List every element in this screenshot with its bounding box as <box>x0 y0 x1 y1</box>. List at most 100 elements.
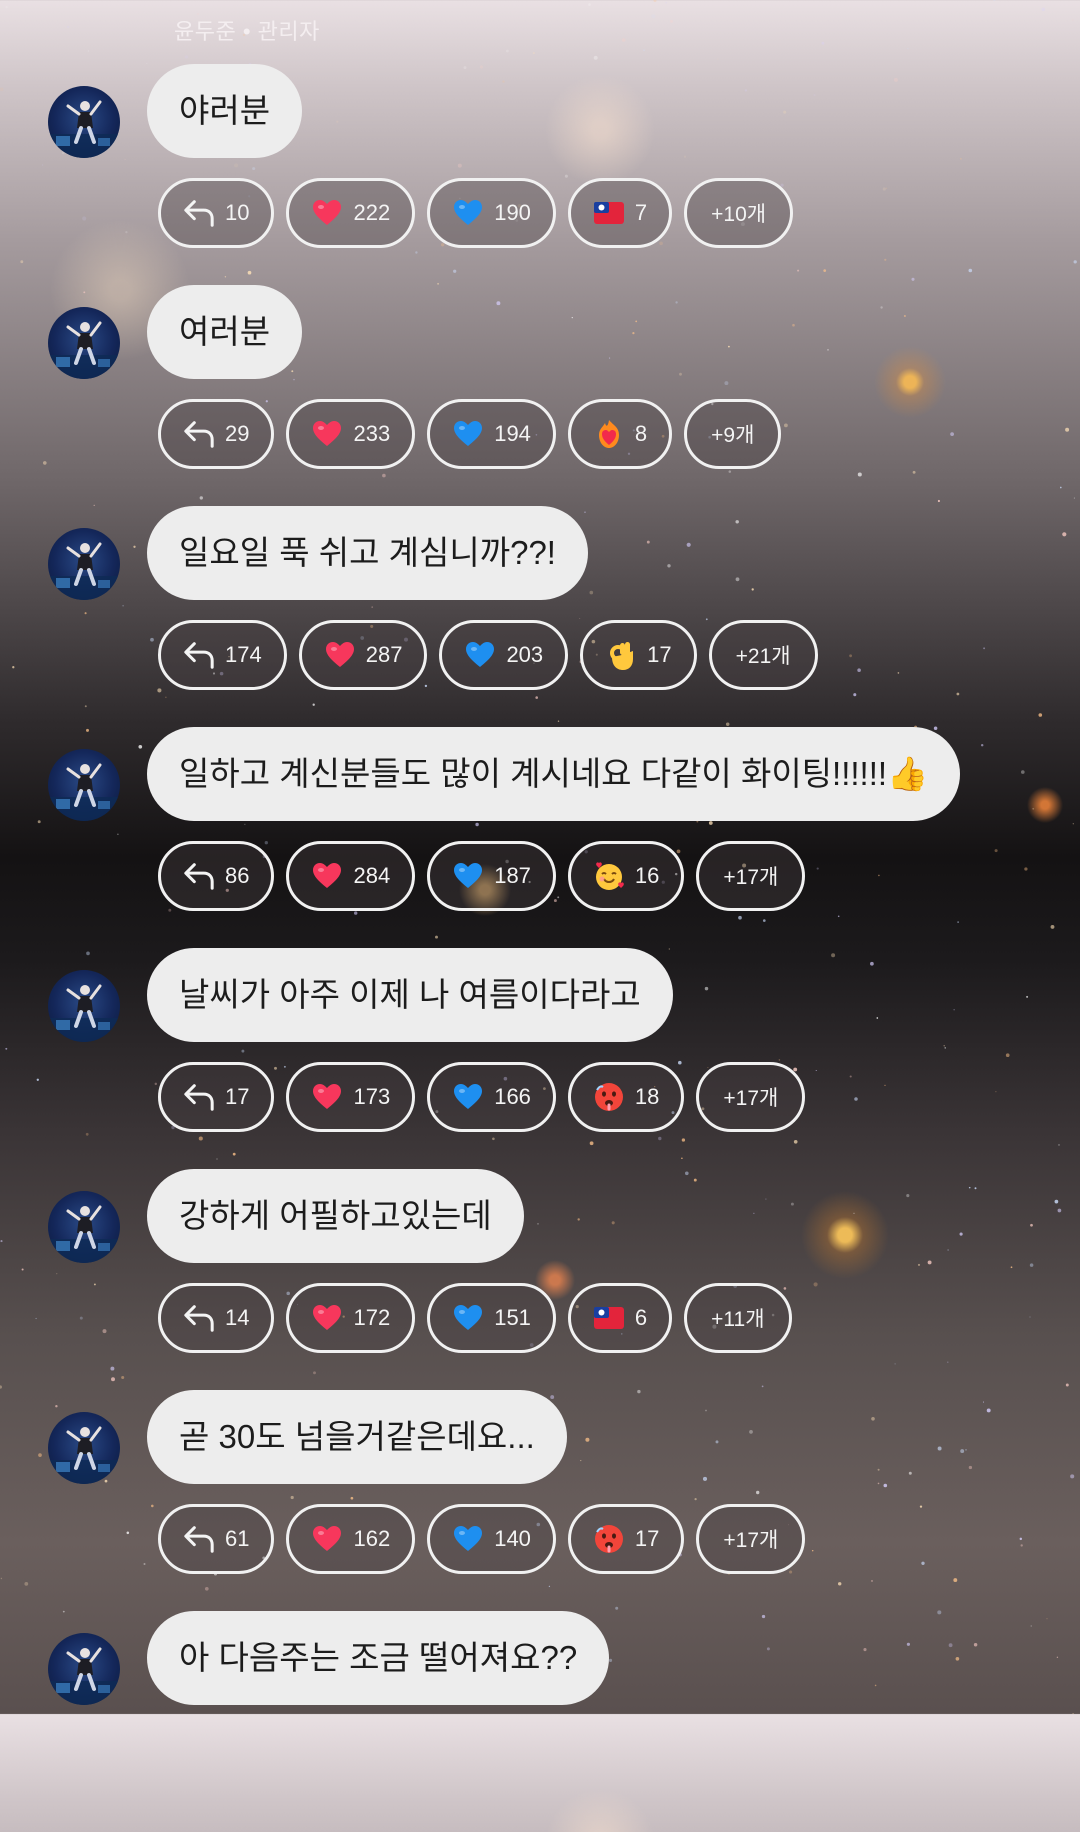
avatar[interactable] <box>48 86 120 158</box>
avatar[interactable] <box>48 1633 120 1705</box>
red-heart-icon <box>324 639 356 671</box>
reaction-count: 222 <box>353 200 391 225</box>
more-reactions-button[interactable]: +17개 <box>696 1062 806 1132</box>
reaction-bar: 174 287 203 17 +21개 <box>158 620 818 690</box>
reply-count-button[interactable]: 174 <box>158 620 287 690</box>
avatar[interactable] <box>48 1412 120 1484</box>
reaction-emoji[interactable]: 18 <box>567 1062 685 1132</box>
reaction-emoji[interactable]: 7 <box>567 178 673 248</box>
reply-arrow-icon <box>183 639 215 671</box>
hot-face-icon <box>593 1523 625 1555</box>
message-bubble[interactable]: 곧 30도 넘을거같은데요... <box>147 1390 567 1484</box>
reaction-red-heart[interactable]: 222 <box>286 178 416 248</box>
reply-count-button[interactable]: 61 <box>158 1504 275 1574</box>
reaction-red-heart[interactable]: 172 <box>286 1283 416 1353</box>
avatar[interactable] <box>48 307 120 379</box>
more-reactions-count: +17개 <box>723 1529 779 1552</box>
message-row: 여러분 29 233 194 8 +9개 <box>0 285 1080 506</box>
avatar-figure-icon <box>48 1205 120 1263</box>
reply-arrow-icon <box>183 1523 215 1555</box>
message-row: 강하게 어필하고있는데 14 172 151 6 +11개 <box>0 1169 1080 1390</box>
blue-heart-icon <box>452 860 484 892</box>
reaction-emoji[interactable]: 8 <box>567 399 673 469</box>
heart-on-fire-icon <box>593 418 625 450</box>
reaction-emoji[interactable]: 17 <box>580 620 697 690</box>
avatar[interactable] <box>48 528 120 600</box>
more-reactions-button[interactable]: +17개 <box>696 841 806 911</box>
more-reactions-button[interactable]: +21개 <box>708 620 818 690</box>
reaction-blue-heart[interactable]: 203 <box>439 620 569 690</box>
reply-count-button[interactable]: 29 <box>158 399 275 469</box>
reply-count-button[interactable]: 17 <box>158 1062 275 1132</box>
more-reactions-count: +10개 <box>711 203 767 226</box>
reply-count-button[interactable]: 14 <box>158 1283 275 1353</box>
blue-heart-icon <box>452 1081 484 1113</box>
reaction-count: 194 <box>494 421 531 446</box>
more-reactions-button[interactable]: +17개 <box>696 1504 806 1574</box>
reply-count-button[interactable]: 10 <box>158 178 275 248</box>
message-bubble[interactable]: 야러분 <box>147 64 303 158</box>
reaction-count: 86 <box>225 863 250 888</box>
message-bubble[interactable]: 아 다음주는 조금 떨어져요?? <box>147 1611 610 1705</box>
reaction-count: 151 <box>494 1305 531 1330</box>
message-bubble[interactable]: 여러분 <box>147 285 303 379</box>
red-heart-icon <box>311 1302 343 1334</box>
reaction-count: 6 <box>634 1305 648 1330</box>
reaction-blue-heart[interactable]: 194 <box>427 399 556 469</box>
reaction-count: 14 <box>225 1305 250 1330</box>
reply-arrow-icon <box>183 1081 215 1113</box>
reaction-count: 287 <box>365 642 403 667</box>
reaction-count: 162 <box>353 1526 391 1551</box>
reaction-emoji[interactable]: 16 <box>567 841 685 911</box>
reaction-count: 140 <box>494 1526 531 1551</box>
reaction-count: 16 <box>634 863 660 888</box>
reaction-blue-heart[interactable]: 187 <box>427 841 556 911</box>
red-heart-icon <box>311 860 343 892</box>
reaction-red-heart[interactable]: 284 <box>286 841 416 911</box>
reaction-count: 284 <box>353 863 391 888</box>
avatar-figure-icon <box>48 984 120 1042</box>
reaction-blue-heart[interactable]: 151 <box>427 1283 556 1353</box>
taiwan-flag-icon <box>593 1302 625 1334</box>
reaction-red-heart[interactable]: 162 <box>286 1504 416 1574</box>
reaction-count: 174 <box>225 642 262 667</box>
message-row: 일요일 푹 쉬고 계심니까??! 174 287 203 17 +21개 <box>0 506 1080 727</box>
message-bubble[interactable]: 일요일 푹 쉬고 계심니까??! <box>147 506 588 600</box>
reaction-red-heart[interactable]: 233 <box>286 399 416 469</box>
red-heart-icon <box>311 1081 343 1113</box>
more-reactions-button[interactable]: +11개 <box>684 1283 792 1353</box>
reaction-bar: 86 284 187 16 +17개 <box>158 841 806 911</box>
avatar[interactable] <box>48 970 120 1042</box>
reaction-emoji[interactable]: 17 <box>567 1504 685 1574</box>
reply-arrow-icon <box>183 860 215 892</box>
blue-heart-icon <box>452 418 484 450</box>
more-reactions-button[interactable]: +10개 <box>684 178 794 248</box>
reaction-red-heart[interactable]: 287 <box>298 620 428 690</box>
avatar-figure-icon <box>48 542 120 600</box>
message-row: 날씨가 아주 이제 나 여름이다라고 17 173 166 18 +17개 <box>0 948 1080 1169</box>
message-bubble[interactable]: 강하게 어필하고있는데 <box>147 1169 524 1263</box>
avatar[interactable] <box>48 749 120 821</box>
reply-arrow-icon <box>183 1302 215 1334</box>
message-bubble[interactable]: 일하고 계신분들도 많이 계시네요 다같이 화이팅!!!!!!👍 <box>147 727 961 821</box>
hot-face-icon <box>593 1081 625 1113</box>
reaction-count: 187 <box>494 863 531 888</box>
reaction-blue-heart[interactable]: 166 <box>427 1062 556 1132</box>
reaction-red-heart[interactable]: 173 <box>286 1062 416 1132</box>
reaction-count: 10 <box>225 200 250 225</box>
more-reactions-button[interactable]: +9개 <box>684 399 782 469</box>
avatar[interactable] <box>48 1191 120 1263</box>
reaction-bar: 14 172 151 6 +11개 <box>158 1283 792 1353</box>
blue-heart-icon <box>452 197 484 229</box>
reaction-blue-heart[interactable]: 190 <box>427 178 556 248</box>
reaction-count: 61 <box>225 1526 250 1551</box>
reaction-count: 29 <box>225 421 250 446</box>
more-reactions-count: +17개 <box>723 866 779 889</box>
avatar-figure-icon <box>48 763 120 821</box>
reaction-emoji[interactable]: 6 <box>567 1283 673 1353</box>
reaction-blue-heart[interactable]: 140 <box>427 1504 556 1574</box>
more-reactions-count: +9개 <box>711 424 755 447</box>
reply-count-button[interactable]: 86 <box>158 841 275 911</box>
message-bubble[interactable]: 날씨가 아주 이제 나 여름이다라고 <box>147 948 673 1042</box>
smiling-face-with-hearts-icon <box>593 860 625 892</box>
